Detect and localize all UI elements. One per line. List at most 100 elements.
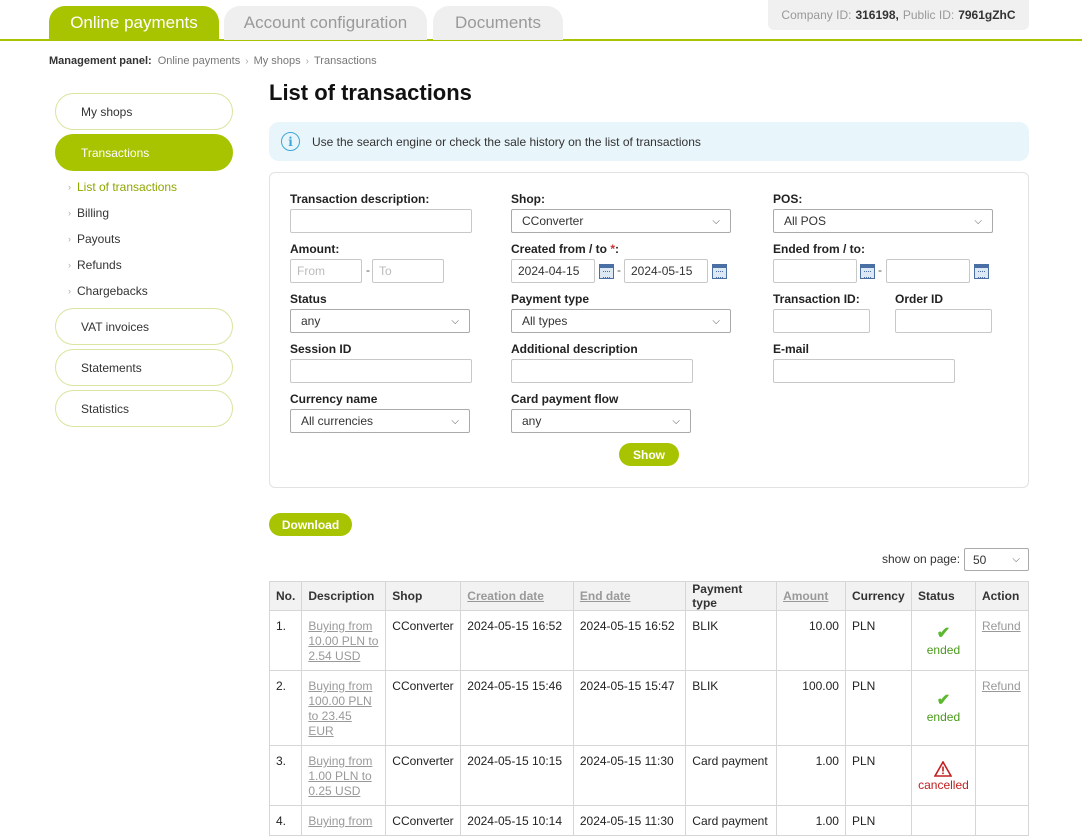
calendar-icon[interactable] [599,264,614,279]
amount-to-input[interactable]: To [372,259,444,283]
sidebar-item-statistics[interactable]: Statistics [55,390,233,427]
shop-select[interactable]: CConverter ⌵ [511,209,731,233]
breadcrumb-item-transactions[interactable]: Transactions [314,55,377,67]
refund-link[interactable]: Refund [982,679,1021,693]
table-header-row: No. Description Shop Creation date End d… [268,581,1030,611]
card-payment-flow-select-value: any [522,414,542,428]
breadcrumb-item-my-shops[interactable]: My shops [254,55,301,67]
order-id-label: Order ID [895,292,944,306]
header-no: No. [268,581,303,611]
header-end-date[interactable]: End date [572,581,687,611]
subitem-label: Payouts [77,232,121,246]
tab-account-configuration[interactable]: Account configuration [224,6,427,40]
info-text: Use the search engine or check the sale … [312,134,701,149]
header-amount[interactable]: Amount [776,581,846,611]
cell-payment-type: BLIK [685,610,778,671]
cell-shop: CConverter [385,610,462,671]
sidebar-subitem-chargebacks[interactable]: › Chargebacks [68,284,148,298]
description-link[interactable]: Buying from 10.00 PLN to 2.54 USD [308,619,378,663]
session-id-label: Session ID [290,342,352,356]
warning-icon [934,760,953,777]
info-icon: i [281,132,300,151]
created-to-input[interactable]: 2024-05-15 [624,259,708,283]
header-payment-type: Payment type [685,581,778,611]
header-status: Status [910,581,976,611]
bullet-icon: › [68,234,71,244]
sidebar-item-label: VAT invoices [81,319,150,334]
cell-description: Buying from 100.00 PLN to 23.45 EUR [301,670,387,746]
transactions-table: No. Description Shop Creation date End d… [268,581,1030,836]
description-link[interactable]: Buying from [308,814,372,828]
ended-to-input[interactable] [886,259,970,283]
email-input[interactable] [773,359,955,383]
info-banner: i Use the search engine or check the sal… [269,122,1029,161]
session-id-input[interactable] [290,359,472,383]
cell-no: 3. [268,745,303,806]
card-payment-flow-select[interactable]: any ⌵ [511,409,691,433]
currency-name-select-value: All currencies [301,414,374,428]
additional-description-input[interactable] [511,359,693,383]
chevron-down-icon: ⌵ [672,415,680,427]
breadcrumb-item-online-payments[interactable]: Online payments [158,55,241,67]
check-icon: ✔ [936,692,951,709]
cell-shop: CConverter [385,745,462,806]
chevron-down-icon: ⌵ [712,215,720,227]
public-id-value: 7961gZhC [958,8,1016,22]
tab-online-payments[interactable]: Online payments [49,6,219,40]
currency-name-select[interactable]: All currencies ⌵ [290,409,470,433]
status-select[interactable]: any ⌵ [290,309,470,333]
cell-amount: 10.00 [776,610,846,671]
transaction-description-label: Transaction description: [290,192,430,206]
header-shop: Shop [385,581,462,611]
breadcrumb: Management panel: Online payments › My s… [49,55,377,67]
sidebar-item-transactions[interactable]: Transactions [55,134,233,171]
shop-label: Shop: [511,192,545,206]
tab-documents[interactable]: Documents [433,6,563,40]
cell-action: Refund [974,670,1030,746]
table-row: 2. Buying from 100.00 PLN to 23.45 EUR CCon… [268,670,1030,746]
status-text: cancelled [918,777,969,792]
calendar-icon[interactable] [712,264,727,279]
show-button[interactable]: Show [619,443,679,466]
header-creation-date[interactable]: Creation date [460,581,574,611]
amount-from-input[interactable]: From [290,259,362,283]
header-description: Description [301,581,387,611]
transaction-id-label: Transaction ID: [773,292,860,306]
sidebar-item-my-shops[interactable]: My shops [55,93,233,130]
sidebar-item-statements[interactable]: Statements [55,349,233,386]
chevron-down-icon: ⌵ [974,215,982,227]
bullet-icon: › [68,208,71,218]
created-from-input[interactable]: 2024-04-15 [511,259,595,283]
table-row: 3. Buying from 1.00 PLN to 0.25 USD CConve… [268,745,1030,806]
range-dash: - [878,263,882,277]
download-button[interactable]: Download [269,513,352,536]
refund-link[interactable]: Refund [982,619,1021,633]
sidebar-subitem-payouts[interactable]: › Payouts [68,232,120,246]
show-on-page-label: show on page: [882,552,961,566]
payment-type-select[interactable]: All types ⌵ [511,309,731,333]
order-id-input[interactable] [895,309,992,333]
ended-from-input[interactable] [773,259,857,283]
cell-description: Buying from 1.00 PLN to 0.25 USD [301,745,387,806]
sidebar-subitem-refunds[interactable]: › Refunds [68,258,122,272]
transaction-description-input[interactable] [290,209,472,233]
breadcrumb-label: Management panel: [49,55,152,67]
show-on-page-select[interactable]: 50 ⌵ [964,548,1029,571]
sidebar-item-vat-invoices[interactable]: VAT invoices [55,308,233,345]
pos-select[interactable]: All POS ⌵ [773,209,993,233]
transaction-id-input[interactable] [773,309,870,333]
chevron-down-icon: ⌵ [712,315,720,327]
cell-status: cancelled [910,745,976,806]
calendar-icon[interactable] [974,264,989,279]
description-link[interactable]: Buying from 100.00 PLN to 23.45 EUR [308,679,372,738]
cell-no: 2. [268,670,303,746]
cell-payment-type: Card payment [685,745,778,806]
sidebar-subitem-list-of-transactions[interactable]: › List of transactions [68,180,177,194]
calendar-icon[interactable] [860,264,875,279]
header-currency: Currency [844,581,912,611]
status-select-value: any [301,314,321,328]
shop-select-value: CConverter [522,214,584,228]
cell-currency: PLN [844,610,912,671]
sidebar-subitem-billing[interactable]: › Billing [68,206,109,220]
description-link[interactable]: Buying from 1.00 PLN to 0.25 USD [308,754,372,798]
